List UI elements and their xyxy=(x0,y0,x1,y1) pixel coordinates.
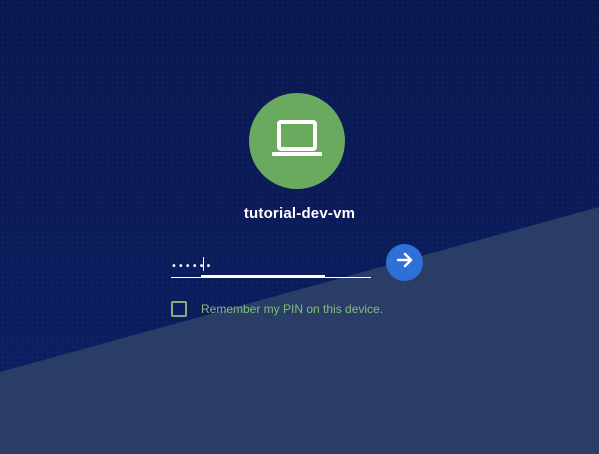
arrow-right-icon xyxy=(396,251,414,274)
pin-input[interactable] xyxy=(171,252,371,276)
host-name: tutorial-dev-vm xyxy=(243,205,356,222)
submit-pin-button[interactable] xyxy=(386,244,423,281)
background xyxy=(0,0,599,454)
remember-pin-checkbox[interactable] xyxy=(171,301,187,317)
laptop-icon xyxy=(271,119,323,164)
host-avatar xyxy=(249,93,345,189)
remember-pin-label[interactable]: Remember my PIN on this device. xyxy=(201,302,383,316)
pin-field[interactable] xyxy=(171,252,371,278)
background-diagonal xyxy=(0,207,599,454)
pin-underline xyxy=(171,277,371,278)
text-caret xyxy=(203,257,204,271)
remember-pin-row[interactable]: Remember my PIN on this device. xyxy=(171,299,383,319)
pin-underline-focus xyxy=(201,275,325,277)
